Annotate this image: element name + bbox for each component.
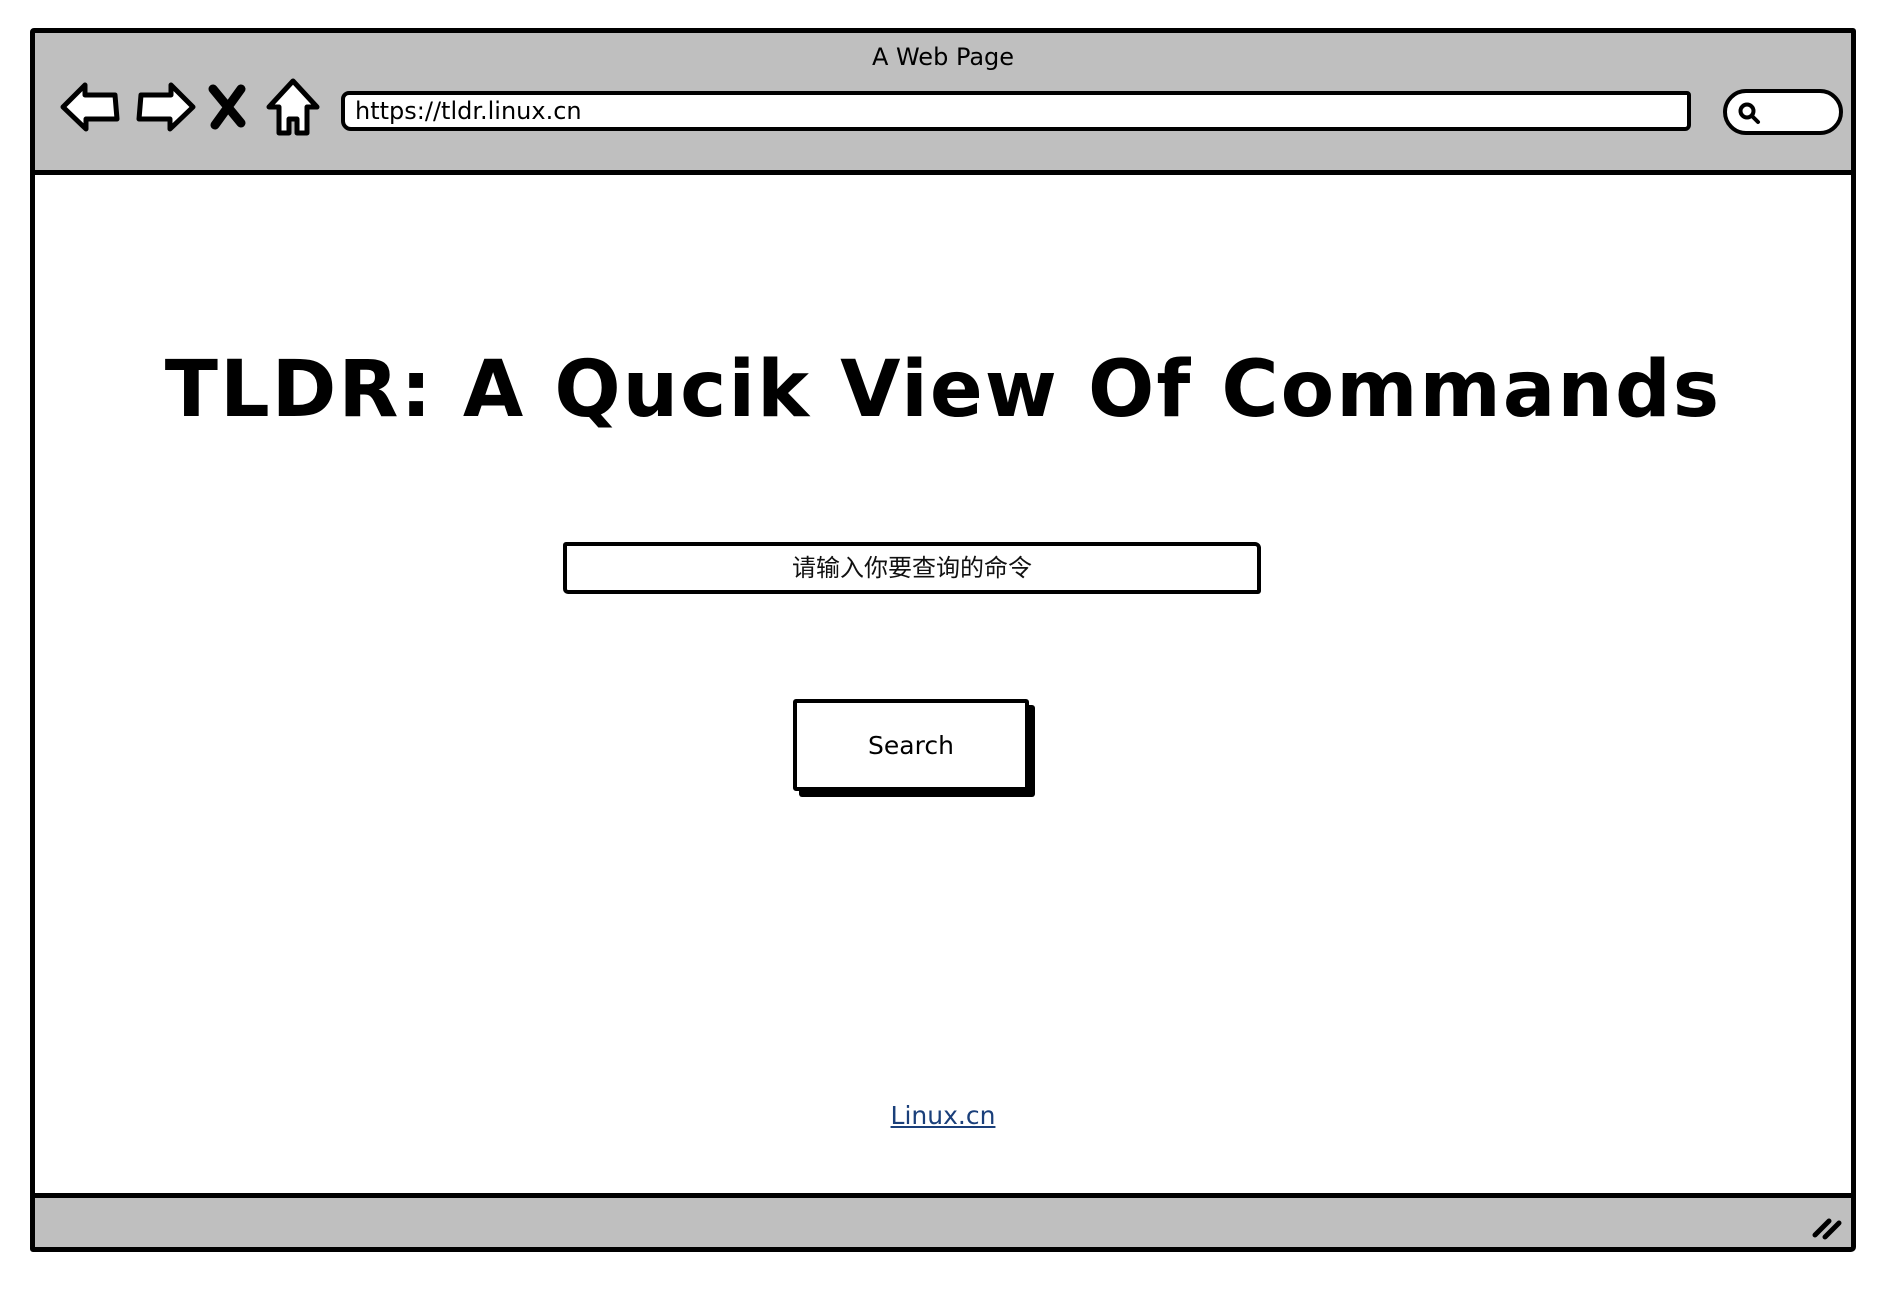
- home-icon[interactable]: [261, 75, 325, 139]
- resize-grip-icon[interactable]: [1809, 1207, 1843, 1241]
- browser-statusbar: [35, 1193, 1851, 1247]
- page-content: TLDR: A Qucik View Of Commands Search Li…: [35, 175, 1851, 1193]
- footer: Linux.cn: [35, 1101, 1851, 1130]
- close-icon[interactable]: [203, 75, 251, 139]
- browser-window: A Web Page https://tldr.linux.cn TLDR: A…: [30, 28, 1856, 1252]
- search-button[interactable]: Search: [793, 699, 1029, 791]
- address-bar[interactable]: https://tldr.linux.cn: [341, 91, 1691, 131]
- browser-titlebar: A Web Page https://tldr.linux.cn: [35, 33, 1851, 175]
- window-title: A Web Page: [871, 43, 1015, 71]
- browser-search-box[interactable]: [1723, 89, 1843, 135]
- back-arrow-icon[interactable]: [59, 75, 123, 139]
- command-search-input[interactable]: [563, 542, 1261, 594]
- forward-arrow-icon[interactable]: [133, 75, 197, 139]
- search-icon: [1737, 101, 1761, 125]
- linux-cn-link[interactable]: Linux.cn: [891, 1101, 996, 1130]
- page-title: TLDR: A Qucik View Of Commands: [164, 345, 1722, 435]
